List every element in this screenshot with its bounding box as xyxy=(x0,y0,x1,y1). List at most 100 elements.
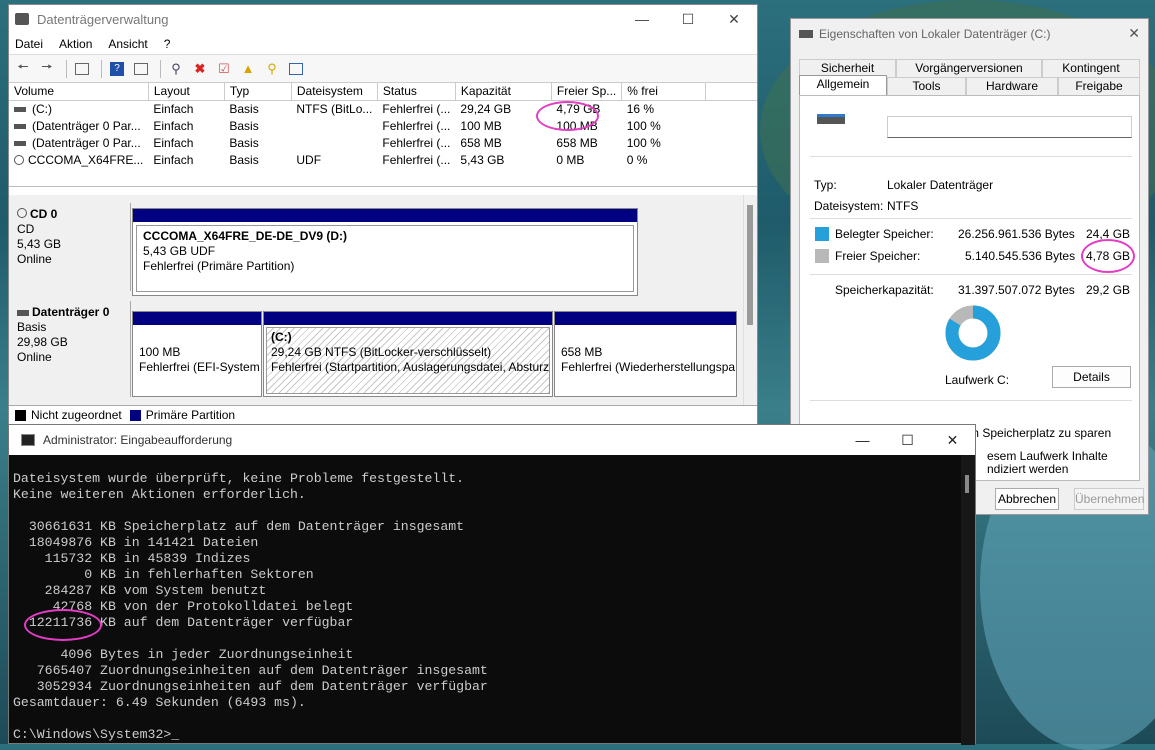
capacity-label: Speicherkapazität: xyxy=(835,283,934,297)
tab-tools[interactable]: Tools xyxy=(887,77,966,95)
column-volume[interactable]: Volume xyxy=(9,83,149,101)
column-status[interactable]: Status xyxy=(377,83,456,101)
dateisystem-cell: NTFS (BitLo... xyxy=(296,101,373,116)
volume-name-input[interactable] xyxy=(887,116,1132,138)
tab-hardware[interactable]: Hardware xyxy=(966,77,1058,95)
column-typ[interactable]: Typ xyxy=(224,83,292,101)
checklist-icon[interactable]: ☑ xyxy=(214,59,234,79)
tab-freigabe[interactable]: Freigabe xyxy=(1058,77,1140,95)
graph-scrollbar[interactable] xyxy=(743,195,757,405)
cd-type: CD xyxy=(17,222,35,236)
disk-0-label[interactable]: Datenträger 0 Basis 29,98 GB Online xyxy=(9,301,131,397)
delete-icon[interactable]: ✖ xyxy=(190,59,210,79)
cancel-button[interactable]: Abbrechen xyxy=(995,488,1059,510)
minimize-button[interactable]: — xyxy=(840,425,885,455)
disk-0-size: 29,98 GB xyxy=(17,335,68,349)
tab-allgemein[interactable]: Allgemein xyxy=(799,75,887,96)
recovery-partition[interactable]: 658 MB Fehlerfrei (Wiederherstellungspa xyxy=(554,311,737,397)
cd-partition[interactable]: CCCOMA_X64FRE_DE-DE_DV9 (D:) 5,43 GB UDF… xyxy=(132,208,638,296)
volume-list: Volume Layout Typ Dateisystem Status Kap… xyxy=(9,83,757,187)
console-tree-icon[interactable] xyxy=(72,59,92,79)
usage-donut-chart xyxy=(945,305,1001,361)
search-folder-icon[interactable]: ⚲ xyxy=(262,59,282,79)
console-line: 18049876 KB in 141421 Dateien xyxy=(13,535,259,550)
index-label-1: esem Laufwerk Inhalte xyxy=(987,449,1108,463)
status-cell: Fehlerfrei (... xyxy=(382,118,451,133)
cursor: _ xyxy=(171,727,180,742)
menu-ansicht[interactable]: Ansicht xyxy=(108,37,147,51)
apply-button[interactable]: Übernehmen xyxy=(1074,488,1144,510)
console-line: 0 KB in fehlerhaften Sektoren xyxy=(13,567,314,582)
index-label-2: ndiziert werden xyxy=(987,462,1069,476)
menu-aktion[interactable]: Aktion xyxy=(59,37,92,51)
settings-window-icon[interactable] xyxy=(286,59,306,79)
table-row[interactable]: CCCOMA_X64FRE... Einfach Basis UDF Fehle… xyxy=(9,151,757,168)
console-output[interactable]: Dateisystem wurde überprüft, keine Probl… xyxy=(13,471,488,743)
column-freier-speicher[interactable]: Freier Sp... xyxy=(551,83,623,101)
status-cell: Fehlerfrei (... xyxy=(382,135,451,150)
tab-kontingent[interactable]: Kontingent xyxy=(1042,59,1140,77)
console-line: 115732 KB in 45839 Indizes xyxy=(13,551,251,566)
close-icon[interactable]: ✕ xyxy=(1128,25,1140,42)
disk-icon xyxy=(14,107,26,113)
freier-speicher-cell: 0 MB xyxy=(556,152,585,167)
efi-partition[interactable]: 100 MB Fehlerfrei (EFI-System xyxy=(132,311,262,397)
cmd-scrollbar[interactable] xyxy=(961,455,975,745)
tab-vorgaengerversionen[interactable]: Vorgängerversionen xyxy=(896,59,1042,77)
highlight-circle xyxy=(24,609,102,641)
layout-cell: Einfach xyxy=(153,152,194,167)
close-button[interactable]: ✕ xyxy=(930,425,975,455)
dialog-title-bar: Eigenschaften von Lokaler Datenträger (C… xyxy=(791,19,1148,49)
back-icon[interactable]: 🠔 xyxy=(13,59,33,79)
console-line: Gesamtdauer: 6.49 Sekunden (6493 ms). xyxy=(13,695,306,710)
cd-icon xyxy=(14,155,24,166)
layout-cell: Einfach xyxy=(153,101,194,116)
prozent-frei-cell: 0 % xyxy=(626,152,648,167)
forward-icon[interactable]: 🠖 xyxy=(37,59,57,79)
efi-partition-size: 100 MB xyxy=(139,345,181,359)
c-partition[interactable]: (C:) 29,24 GB NTFS (BitLocker-verschlüss… xyxy=(263,311,553,397)
column-dateisystem[interactable]: Dateisystem xyxy=(291,83,378,101)
cd-0-label[interactable]: CD 0 CD 5,43 GB Online xyxy=(9,203,131,291)
disk-icon xyxy=(14,123,26,129)
prozent-frei-cell: 100 % xyxy=(626,135,661,150)
console-line: Keine weiteren Aktionen erforderlich. xyxy=(13,487,306,502)
volume-cell: (C:) xyxy=(9,100,148,117)
disk-0-state: Online xyxy=(17,350,52,364)
free-space-label: Freier Speicher: xyxy=(835,249,921,263)
column-kapazitaet[interactable]: Kapazität xyxy=(455,83,552,101)
kapazitaet-cell: 5,43 GB xyxy=(460,152,505,167)
disk-graph-view: CD 0 CD 5,43 GB Online CCCOMA_X64FRE_DE-… xyxy=(9,195,744,405)
freier-speicher-cell: 658 MB xyxy=(556,135,598,150)
used-space-label: Belegter Speicher: xyxy=(835,227,934,241)
table-row[interactable]: (Datenträger 0 Par... Einfach Basis Fehl… xyxy=(9,117,757,134)
up-folder-icon[interactable]: ▲ xyxy=(238,59,258,79)
maximize-button[interactable]: ☐ xyxy=(665,5,711,33)
close-button[interactable]: ✕ xyxy=(711,5,757,33)
cmd-title: Administrator: Eingabeaufforderung xyxy=(43,433,233,447)
details-button[interactable]: Details xyxy=(1052,366,1131,388)
maximize-button[interactable]: ☐ xyxy=(885,425,930,455)
volume-table-header: Volume Layout Typ Dateisystem Status Kap… xyxy=(9,83,757,101)
typ-label: Typ: xyxy=(814,178,837,192)
free-space-swatch xyxy=(815,249,829,263)
menu-help[interactable]: ? xyxy=(164,37,171,51)
volume-cell: (Datenträger 0 Par... xyxy=(9,134,148,151)
properties-icon[interactable] xyxy=(131,59,151,79)
drive-icon xyxy=(817,114,845,124)
help-icon[interactable]: ? xyxy=(107,59,127,79)
connect-icon[interactable]: ⚲ xyxy=(166,59,186,79)
c-partition-name: (C:) xyxy=(271,330,292,344)
column-layout[interactable]: Layout xyxy=(148,83,225,101)
table-row[interactable]: (C:) Einfach Basis NTFS (BitLo... Fehler… xyxy=(9,100,757,117)
disk-icon xyxy=(14,140,26,146)
console-line: 7665407 Zuordnungseinheiten auf dem Date… xyxy=(13,663,488,678)
typ-value: Lokaler Datenträger xyxy=(887,178,994,192)
column-prozent-frei[interactable]: % frei xyxy=(621,83,707,101)
table-row[interactable]: (Datenträger 0 Par... Einfach Basis Fehl… xyxy=(9,134,757,151)
minimize-button[interactable]: — xyxy=(619,5,665,33)
menu-datei[interactable]: Datei xyxy=(15,37,43,51)
volume-cell: CCCOMA_X64FRE... xyxy=(9,151,148,168)
